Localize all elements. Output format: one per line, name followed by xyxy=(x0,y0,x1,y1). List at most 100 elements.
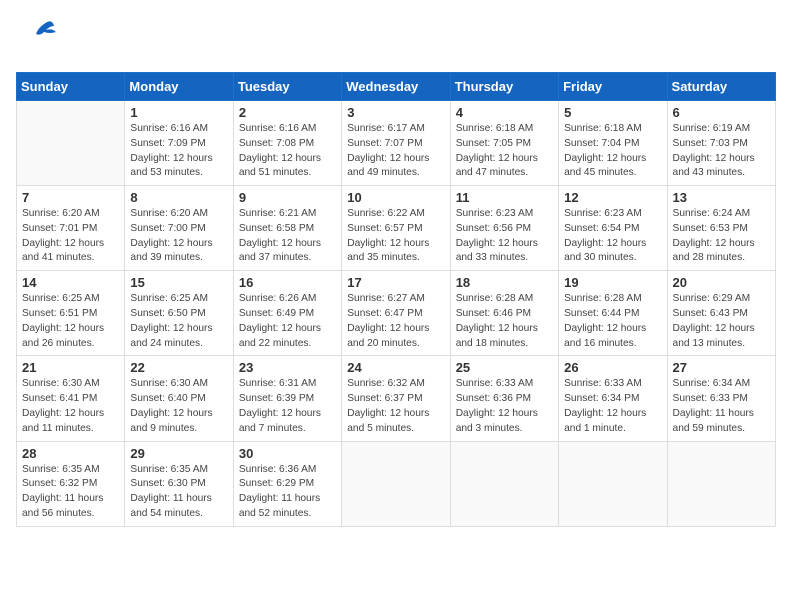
day-number: 1 xyxy=(130,105,227,120)
logo xyxy=(16,16,60,60)
day-number: 24 xyxy=(347,360,444,375)
calendar-cell: 9 Sunrise: 6:21 AM Sunset: 6:58 PM Daylig… xyxy=(233,186,341,271)
day-info: Sunrise: 6:24 AM Sunset: 6:53 PM Dayligh… xyxy=(673,207,770,266)
day-info: Sunrise: 6:36 AM Sunset: 6:29 PM Dayligh… xyxy=(239,463,336,522)
day-info: Sunrise: 6:34 AM Sunset: 6:33 PM Dayligh… xyxy=(673,377,770,436)
day-info: Sunrise: 6:29 AM Sunset: 6:43 PM Dayligh… xyxy=(673,292,770,351)
day-number: 10 xyxy=(347,190,444,205)
calendar-table: SundayMondayTuesdayWednesdayThursdayFrid… xyxy=(16,72,776,527)
day-number: 7 xyxy=(22,190,119,205)
weekday-header-thursday: Thursday xyxy=(450,73,558,101)
day-info: Sunrise: 6:20 AM Sunset: 7:00 PM Dayligh… xyxy=(130,207,227,266)
calendar-week-row: 1 Sunrise: 6:16 AM Sunset: 7:09 PM Daylig… xyxy=(17,101,776,186)
day-info: Sunrise: 6:22 AM Sunset: 6:57 PM Dayligh… xyxy=(347,207,444,266)
day-number: 11 xyxy=(456,190,553,205)
calendar-cell: 25 Sunrise: 6:33 AM Sunset: 6:36 PM Dayli… xyxy=(450,356,558,441)
calendar-cell: 1 Sunrise: 6:16 AM Sunset: 7:09 PM Daylig… xyxy=(125,101,233,186)
day-info: Sunrise: 6:31 AM Sunset: 6:39 PM Dayligh… xyxy=(239,377,336,436)
day-number: 26 xyxy=(564,360,661,375)
calendar-cell: 24 Sunrise: 6:32 AM Sunset: 6:37 PM Dayli… xyxy=(342,356,450,441)
weekday-header-friday: Friday xyxy=(559,73,667,101)
calendar-cell: 29 Sunrise: 6:35 AM Sunset: 6:30 PM Dayli… xyxy=(125,441,233,526)
day-number: 9 xyxy=(239,190,336,205)
day-number: 12 xyxy=(564,190,661,205)
calendar-cell: 16 Sunrise: 6:26 AM Sunset: 6:49 PM Dayli… xyxy=(233,271,341,356)
day-info: Sunrise: 6:30 AM Sunset: 6:40 PM Dayligh… xyxy=(130,377,227,436)
calendar-cell: 7 Sunrise: 6:20 AM Sunset: 7:01 PM Daylig… xyxy=(17,186,125,271)
day-info: Sunrise: 6:19 AM Sunset: 7:03 PM Dayligh… xyxy=(673,122,770,181)
calendar-cell: 13 Sunrise: 6:24 AM Sunset: 6:53 PM Dayli… xyxy=(667,186,775,271)
day-number: 6 xyxy=(673,105,770,120)
page-header xyxy=(16,16,776,60)
calendar-cell: 20 Sunrise: 6:29 AM Sunset: 6:43 PM Dayli… xyxy=(667,271,775,356)
day-number: 30 xyxy=(239,446,336,461)
weekday-header-saturday: Saturday xyxy=(667,73,775,101)
calendar-week-row: 21 Sunrise: 6:30 AM Sunset: 6:41 PM Dayli… xyxy=(17,356,776,441)
day-info: Sunrise: 6:27 AM Sunset: 6:47 PM Dayligh… xyxy=(347,292,444,351)
day-number: 21 xyxy=(22,360,119,375)
calendar-cell: 27 Sunrise: 6:34 AM Sunset: 6:33 PM Dayli… xyxy=(667,356,775,441)
day-info: Sunrise: 6:18 AM Sunset: 7:05 PM Dayligh… xyxy=(456,122,553,181)
weekday-header-sunday: Sunday xyxy=(17,73,125,101)
calendar-cell: 3 Sunrise: 6:17 AM Sunset: 7:07 PM Daylig… xyxy=(342,101,450,186)
day-number: 27 xyxy=(673,360,770,375)
calendar-cell: 10 Sunrise: 6:22 AM Sunset: 6:57 PM Dayli… xyxy=(342,186,450,271)
day-number: 14 xyxy=(22,275,119,290)
day-info: Sunrise: 6:23 AM Sunset: 6:54 PM Dayligh… xyxy=(564,207,661,266)
day-number: 3 xyxy=(347,105,444,120)
calendar-week-row: 28 Sunrise: 6:35 AM Sunset: 6:32 PM Dayli… xyxy=(17,441,776,526)
weekday-header-monday: Monday xyxy=(125,73,233,101)
day-info: Sunrise: 6:33 AM Sunset: 6:34 PM Dayligh… xyxy=(564,377,661,436)
day-number: 13 xyxy=(673,190,770,205)
day-info: Sunrise: 6:21 AM Sunset: 6:58 PM Dayligh… xyxy=(239,207,336,266)
day-number: 15 xyxy=(130,275,227,290)
calendar-cell: 30 Sunrise: 6:36 AM Sunset: 6:29 PM Dayli… xyxy=(233,441,341,526)
day-info: Sunrise: 6:33 AM Sunset: 6:36 PM Dayligh… xyxy=(456,377,553,436)
calendar-cell xyxy=(559,441,667,526)
calendar-cell: 4Sunrise: 6:18 AM Sunset: 7:05 PM Daylig… xyxy=(450,101,558,186)
day-info: Sunrise: 6:25 AM Sunset: 6:51 PM Dayligh… xyxy=(22,292,119,351)
day-info: Sunrise: 6:28 AM Sunset: 6:46 PM Dayligh… xyxy=(456,292,553,351)
calendar-cell: 14 Sunrise: 6:25 AM Sunset: 6:51 PM Dayli… xyxy=(17,271,125,356)
calendar-cell: 28 Sunrise: 6:35 AM Sunset: 6:32 PM Dayli… xyxy=(17,441,125,526)
calendar-cell: 15 Sunrise: 6:25 AM Sunset: 6:50 PM Dayli… xyxy=(125,271,233,356)
day-info: Sunrise: 6:16 AM Sunset: 7:09 PM Dayligh… xyxy=(130,122,227,181)
calendar-cell: 22 Sunrise: 6:30 AM Sunset: 6:40 PM Dayli… xyxy=(125,356,233,441)
calendar-cell: 21 Sunrise: 6:30 AM Sunset: 6:41 PM Dayli… xyxy=(17,356,125,441)
weekday-header-row: SundayMondayTuesdayWednesdayThursdayFrid… xyxy=(17,73,776,101)
calendar-cell: 26 Sunrise: 6:33 AM Sunset: 6:34 PM Dayli… xyxy=(559,356,667,441)
day-info: Sunrise: 6:20 AM Sunset: 7:01 PM Dayligh… xyxy=(22,207,119,266)
day-info: Sunrise: 6:16 AM Sunset: 7:08 PM Dayligh… xyxy=(239,122,336,181)
day-number: 28 xyxy=(22,446,119,461)
weekday-header-tuesday: Tuesday xyxy=(233,73,341,101)
calendar-week-row: 14 Sunrise: 6:25 AM Sunset: 6:51 PM Dayli… xyxy=(17,271,776,356)
day-number: 29 xyxy=(130,446,227,461)
day-number: 20 xyxy=(673,275,770,290)
day-number: 23 xyxy=(239,360,336,375)
day-info: Sunrise: 6:23 AM Sunset: 6:56 PM Dayligh… xyxy=(456,207,553,266)
day-number: 25 xyxy=(456,360,553,375)
day-info: Sunrise: 6:30 AM Sunset: 6:41 PM Dayligh… xyxy=(22,377,119,436)
day-info: Sunrise: 6:35 AM Sunset: 6:32 PM Dayligh… xyxy=(22,463,119,522)
calendar-cell: 23 Sunrise: 6:31 AM Sunset: 6:39 PM Dayli… xyxy=(233,356,341,441)
day-info: Sunrise: 6:32 AM Sunset: 6:37 PM Dayligh… xyxy=(347,377,444,436)
calendar-cell xyxy=(667,441,775,526)
calendar-cell xyxy=(342,441,450,526)
calendar-cell xyxy=(17,101,125,186)
day-info: Sunrise: 6:17 AM Sunset: 7:07 PM Dayligh… xyxy=(347,122,444,181)
calendar-cell: 17 Sunrise: 6:27 AM Sunset: 6:47 PM Dayli… xyxy=(342,271,450,356)
calendar-cell: 19Sunrise: 6:28 AM Sunset: 6:44 PM Dayli… xyxy=(559,271,667,356)
day-info: Sunrise: 6:25 AM Sunset: 6:50 PM Dayligh… xyxy=(130,292,227,351)
weekday-header-wednesday: Wednesday xyxy=(342,73,450,101)
calendar-week-row: 7 Sunrise: 6:20 AM Sunset: 7:01 PM Daylig… xyxy=(17,186,776,271)
calendar-cell: 5 Sunrise: 6:18 AM Sunset: 7:04 PM Daylig… xyxy=(559,101,667,186)
day-number: 8 xyxy=(130,190,227,205)
day-number: 17 xyxy=(347,275,444,290)
day-number: 5 xyxy=(564,105,661,120)
day-info: Sunrise: 6:18 AM Sunset: 7:04 PM Dayligh… xyxy=(564,122,661,181)
day-number: 22 xyxy=(130,360,227,375)
day-number: 16 xyxy=(239,275,336,290)
day-info: Sunrise: 6:35 AM Sunset: 6:30 PM Dayligh… xyxy=(130,463,227,522)
day-number: 18 xyxy=(456,275,553,290)
day-info: Sunrise: 6:26 AM Sunset: 6:49 PM Dayligh… xyxy=(239,292,336,351)
